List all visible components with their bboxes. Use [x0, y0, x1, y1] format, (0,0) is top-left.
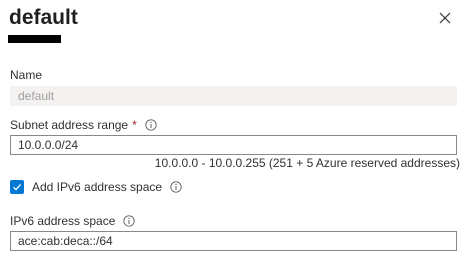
- name-input[interactable]: [10, 86, 457, 106]
- subnet-range-label: Subnet address range *: [10, 117, 157, 133]
- panel-title: default: [9, 6, 78, 29]
- close-icon: [439, 12, 451, 24]
- close-button[interactable]: [436, 9, 454, 27]
- subnet-range-hint: 10.0.0.0 - 10.0.0.255 (251 + 5 Azure res…: [154, 156, 460, 170]
- required-marker: *: [132, 118, 137, 132]
- add-ipv6-checkbox-row[interactable]: Add IPv6 address space: [10, 180, 182, 194]
- name-label: Name: [10, 67, 42, 83]
- name-label-text: Name: [10, 68, 43, 82]
- subnet-range-input[interactable]: [10, 135, 457, 155]
- subnet-range-label-text: Subnet address range: [10, 118, 129, 132]
- add-ipv6-label: Add IPv6 address space: [32, 180, 163, 194]
- checkmark-icon: [13, 183, 22, 191]
- redacted-subtitle: [8, 35, 61, 43]
- add-ipv6-checkbox[interactable]: [10, 180, 24, 194]
- info-icon[interactable]: [123, 215, 136, 227]
- edit-subnet-panel: default Name Subnet address range * 10.0…: [0, 0, 474, 259]
- info-icon[interactable]: [170, 181, 182, 193]
- ipv6-space-input[interactable]: [10, 231, 457, 251]
- ipv6-space-label: IPv6 address space: [10, 213, 136, 229]
- ipv6-space-label-text: IPv6 address space: [10, 214, 116, 228]
- info-icon[interactable]: [145, 119, 157, 131]
